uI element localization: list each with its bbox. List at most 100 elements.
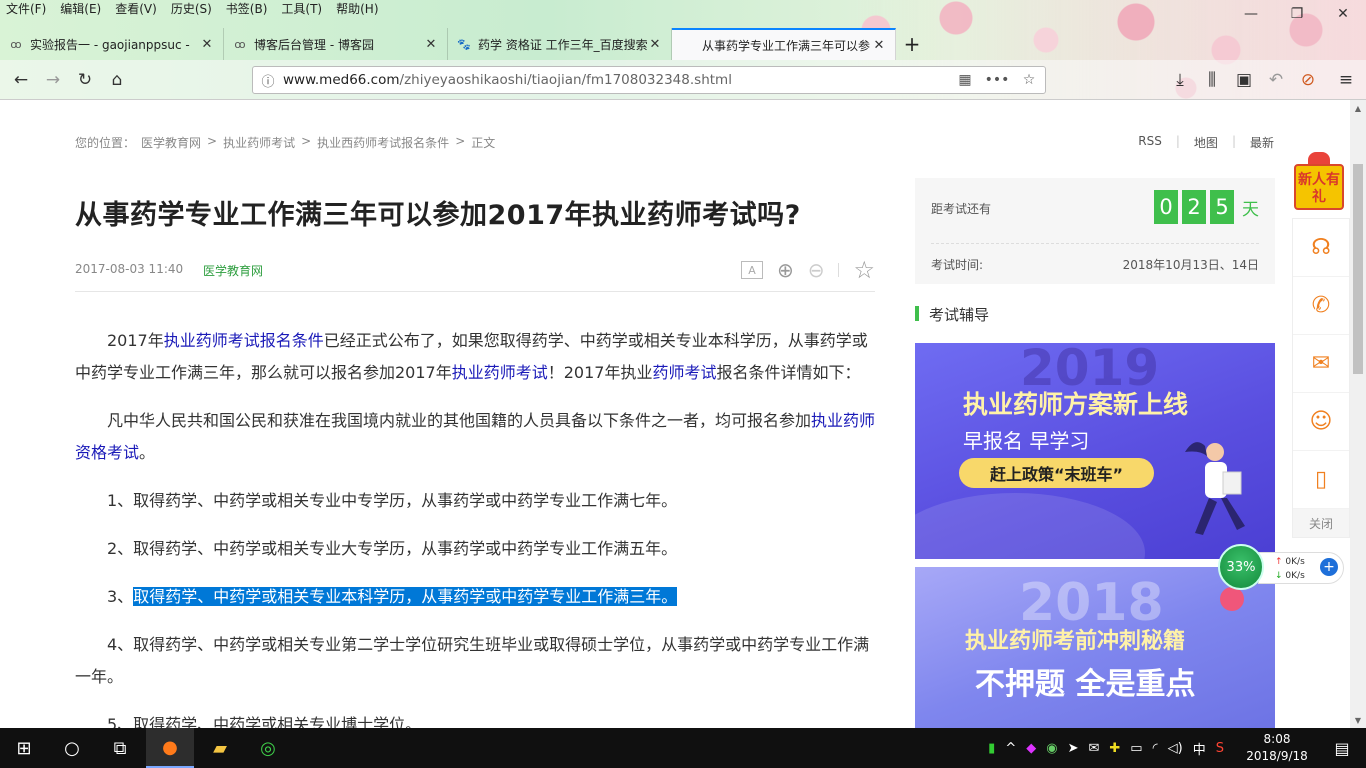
send-tray-icon[interactable]: ➤ [1068,741,1079,756]
phone-icon[interactable]: ✆ [1293,277,1349,335]
floating-toolbar: ☊ ✆ ✉ ☺ ▯ 关闭 [1292,218,1350,538]
tab-close-icon[interactable]: ✕ [647,37,663,52]
tab-close-icon[interactable]: ✕ [871,38,887,53]
tab-blog-admin[interactable]: ꝏ 博客后台管理 - 博客园 ✕ [224,28,448,60]
page-scrollbar[interactable]: ▲ ▼ [1350,100,1366,728]
wechat-app-icon[interactable]: ◎ [244,728,292,768]
pharmacist-exam-link[interactable]: 药师考试 [652,363,716,382]
zoom-in-icon[interactable]: ⊕ [777,258,794,282]
page-actions-icon[interactable]: ••• [981,72,1013,88]
breadcrumb-current: 正文 [471,136,496,150]
tab-report[interactable]: ꝏ 实验报告一 - gaojianppsuc - ✕ [0,28,224,60]
breadcrumb-prefix: 您的位置： [75,136,136,150]
list-item: 1、取得药学、中药学或相关专业中专学历，从事药学或中药学专业工作满七年。 [107,491,678,510]
home-button[interactable]: ⌂ [104,68,130,92]
banner-subline: 不押题 全是重点 [975,667,1196,702]
scroll-up-icon[interactable]: ▲ [1350,100,1366,116]
wechat-tray-icon[interactable]: ✉ [1088,741,1099,756]
promo-banner-2019[interactable]: 2019 执业药师方案新上线 早报名 早学习 赶上政策“末班车” [915,343,1275,559]
mail-icon[interactable]: ✉ [1293,335,1349,393]
minimize-icon[interactable]: — [1228,0,1274,28]
memory-percent: 33% [1218,544,1264,590]
tab-baidu-search[interactable]: 🐾 药学 资格证 工作三年_百度搜索 ✕ [448,28,672,60]
exam-link[interactable]: 执业药师考试 [452,363,548,382]
new-user-gift-badge[interactable]: 新人有礼 [1290,150,1348,212]
font-size-icon[interactable]: A [740,261,763,279]
breadcrumb-home[interactable]: 医学教育网 [141,134,201,151]
restore-icon[interactable]: ❐ [1274,0,1320,28]
app-tray-icon[interactable]: ◉ [1046,741,1057,756]
breadcrumb-exam[interactable]: 执业药师考试 [223,134,295,151]
sogou-ime-icon[interactable]: S [1216,741,1224,756]
paragraph-eligibility: 凡中华人民共和国公民和获准在我国境内就业的其他国籍的人员具备以下条件之一者，均可… [75,411,876,462]
menu-file[interactable]: 文件(F) [6,0,46,18]
close-icon[interactable]: ✕ [1320,0,1366,28]
reload-button[interactable]: ↻ [72,68,98,92]
breadcrumb-conditions[interactable]: 执业西药师考试报名条件 [317,134,449,151]
breadcrumb-sep: > [207,134,218,148]
promo-banner-2018[interactable]: 2018 执业药师考前冲刺秘籍 不押题 全是重点 [915,567,1275,728]
map-link[interactable]: 地图 [1194,134,1218,151]
countdown-digit: 2 [1182,190,1206,224]
scroll-thumb[interactable] [1353,164,1363,374]
address-bar[interactable]: ⓘ www.med66.com/zhiyeyaoshikaoshi/tiaoji… [252,66,1046,94]
menu-help[interactable]: 帮助(H) [336,0,378,18]
file-explorer-icon[interactable]: ▰ [196,728,244,768]
sidebar-icon[interactable]: ▣ [1231,68,1257,92]
qr-code-icon[interactable]: ▦ [949,72,981,88]
rss-link[interactable]: RSS [1138,134,1162,151]
volume-icon[interactable]: ◁) [1168,741,1183,756]
wechat-icon[interactable]: ☺ [1293,393,1349,451]
zoom-out-icon[interactable]: ⊖ [808,258,825,282]
latest-link[interactable]: 最新 [1250,134,1274,151]
library-icon[interactable]: ⫼ [1199,68,1225,92]
bookmark-star-icon[interactable]: ☆ [1013,72,1045,88]
tab-title: 博客后台管理 - 博客园 [254,37,374,52]
window-controls: — ❐ ✕ [1228,0,1366,28]
source-link[interactable]: 医学教育网 [203,262,263,279]
customer-service-icon[interactable]: ☊ [1293,219,1349,277]
battery-tray-icon[interactable]: ▮ [988,741,995,756]
forward-button[interactable]: → [40,68,66,92]
exam-conditions-link[interactable]: 执业药师考试报名条件 [164,331,324,350]
notification-center-icon[interactable]: ▤ [1318,728,1366,768]
list-item: 5、取得药学、中药学或相关专业博士学位。 [107,715,422,728]
hamburger-menu-icon[interactable]: ≡ [1333,68,1359,92]
undo-icon[interactable]: ↶ [1263,68,1289,92]
mobile-icon[interactable]: ▯ [1293,451,1349,509]
tab-title: 药学 资格证 工作三年_百度搜索 [478,37,647,52]
menu-edit[interactable]: 编辑(E) [60,0,101,18]
ime-indicator[interactable]: 中 [1193,739,1206,758]
url-text[interactable]: www.med66.com/zhiyeyaoshikaoshi/tiaojian… [283,72,949,88]
system-clock[interactable]: 8:08 2018/9/18 [1242,731,1312,765]
task-view-icon[interactable]: ⧉ [96,728,144,768]
menu-tools[interactable]: 工具(T) [281,0,322,18]
firefox-app-icon[interactable]: ● [146,728,194,768]
windows-start-icon[interactable]: ⊞ [0,728,48,768]
section-title: 考试辅导 [915,304,989,325]
toolbar-close-button[interactable]: 关闭 [1293,509,1349,537]
accelerate-plus-icon[interactable]: + [1320,558,1338,576]
wifi-icon[interactable]: ◜ [1153,741,1158,756]
download-icon[interactable]: ⤓ [1167,68,1193,92]
tab-close-icon[interactable]: ✕ [199,37,215,52]
network-monitor-widget[interactable]: ↑ 0K/s ↓ 0K/s + 33% [1218,544,1346,590]
selected-text[interactable]: 取得药学、中药学或相关专业本科学历，从事药学或中药学专业工作满三年。 [133,587,678,606]
menu-history[interactable]: 历史(S) [171,0,212,18]
tab-close-icon[interactable]: ✕ [423,37,439,52]
tab-title: 实验报告一 - gaojianppsuc - [30,37,190,52]
new-tab-button[interactable]: + [896,28,928,60]
menu-view[interactable]: 查看(V) [115,0,157,18]
menu-bookmarks[interactable]: 书签(B) [226,0,268,18]
cortana-search-icon[interactable]: ○ [48,728,96,768]
tray-expand-icon[interactable]: ^ [1005,741,1016,756]
app-tray-icon[interactable]: ◆ [1026,741,1036,756]
tab-current-article[interactable]: 从事药学专业工作满三年可以参 ✕ [672,28,896,60]
favorite-star-icon[interactable]: ☆ [853,256,875,284]
addon-icon[interactable]: ⊘ [1295,68,1321,92]
battery-icon[interactable]: ▭ [1130,741,1142,756]
scroll-down-icon[interactable]: ▼ [1350,712,1366,728]
back-button[interactable]: ← [8,68,34,92]
site-info-icon[interactable]: ⓘ [253,71,283,90]
app-tray-icon[interactable]: ✚ [1109,741,1120,756]
